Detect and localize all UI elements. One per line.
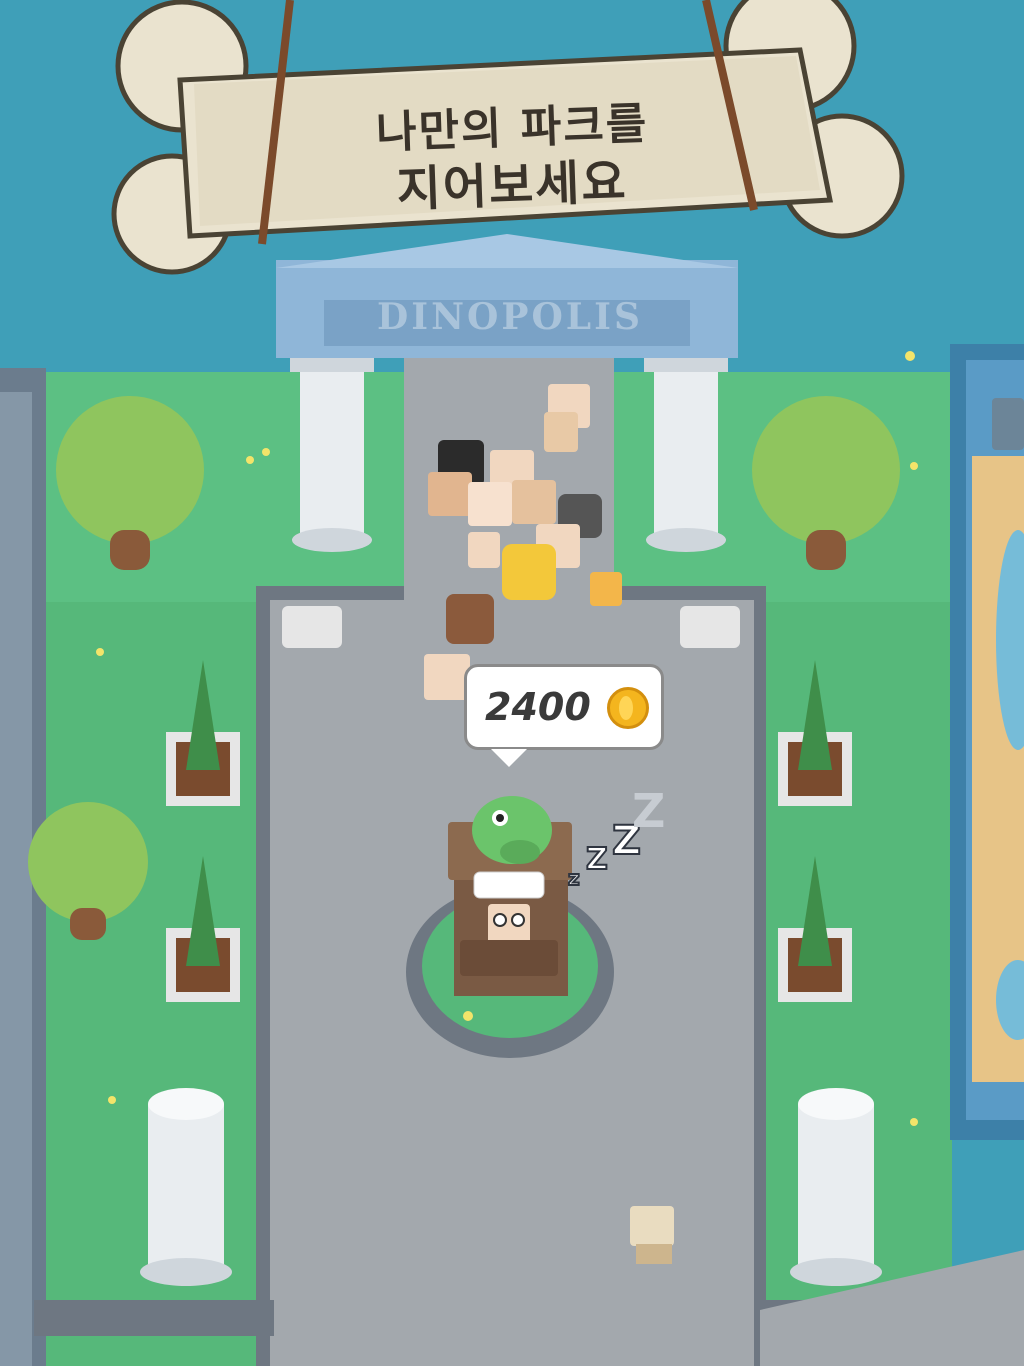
sleep-z-4: Z: [632, 784, 666, 838]
sleep-z-1: z: [567, 865, 581, 891]
gold-coin-icon: [607, 687, 649, 729]
zookeeper[interactable]: [630, 1206, 674, 1264]
coin-collect-bubble[interactable]: 2400: [464, 664, 664, 767]
sleep-z-2: Z: [585, 841, 609, 878]
coin-amount: 2400: [485, 685, 591, 729]
bench: [282, 606, 342, 648]
broken-column: [140, 1088, 232, 1286]
bench: [680, 606, 740, 648]
green-dinosaur[interactable]: [472, 796, 552, 864]
park-name-sign: DINOPOLIS: [377, 296, 643, 338]
right-exhibit: [950, 344, 1024, 1140]
broken-column: [790, 1088, 882, 1286]
